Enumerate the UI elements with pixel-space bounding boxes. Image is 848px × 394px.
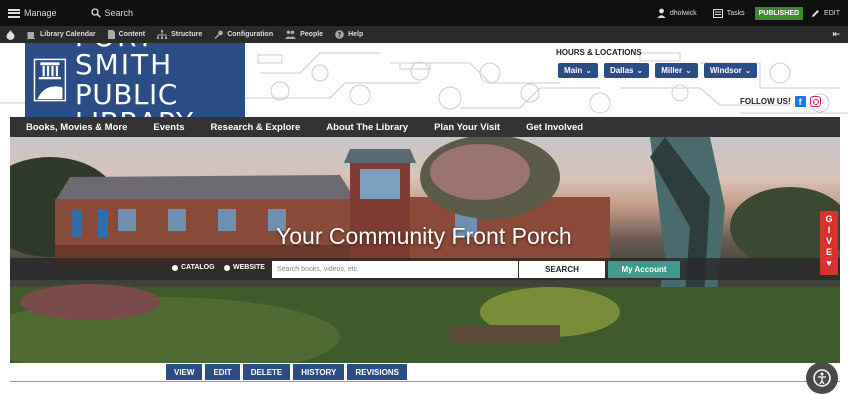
content-divider (10, 381, 840, 382)
radio-dot-icon (224, 264, 230, 271)
home-button[interactable] (0, 29, 21, 40)
local-tasks: VIEW EDIT DELETE HISTORY REVISIONS (166, 364, 407, 380)
catalog-search-bar: CATALOG WEBSITE SEARCH My Account (10, 258, 840, 280)
toolbar-item-library-calendar[interactable]: Library Calendar (21, 31, 102, 39)
svg-text:?: ? (338, 31, 342, 39)
manage-button[interactable]: Manage (0, 0, 65, 26)
hero-banner: Your Community Front Porch CATALOG WEBSI… (10, 137, 840, 363)
nav-item-research[interactable]: Research & Explore (195, 122, 311, 133)
chevron-down-icon: ⌄ (744, 66, 752, 75)
tasks-icon (712, 8, 723, 18)
published-badge: PUBLISHED (754, 6, 804, 20)
accessibility-icon (813, 369, 831, 387)
radio-dot-icon (172, 264, 178, 271)
location-buttons: Main ⌄ Dallas ⌄ Miller ⌄ Windsor ⌄ (558, 63, 758, 78)
drupal-icon (6, 29, 15, 40)
sitemap-icon (157, 30, 168, 39)
site-header: FORT SMITH PUBLIC LIBRARY HOURS & LOCATI… (0, 43, 848, 117)
nav-item-plan-visit[interactable]: Plan Your Visit (418, 122, 510, 133)
library-logo[interactable]: FORT SMITH PUBLIC LIBRARY (25, 43, 245, 117)
give-tab[interactable]: G I V E ♥ (820, 211, 838, 275)
edit-button[interactable]: EDIT (803, 0, 848, 26)
location-windsor-button[interactable]: Windsor ⌄ (703, 63, 758, 78)
user-icon (657, 8, 666, 18)
admin-tray: Library Calendar Content Structure Confi… (0, 26, 848, 43)
accessibility-button[interactable] (806, 362, 838, 394)
chevron-down-icon: ⌄ (585, 66, 592, 75)
hero-tagline: Your Community Front Porch (276, 223, 572, 249)
search-icon (90, 8, 101, 18)
tab-history[interactable]: HISTORY (293, 364, 345, 380)
hours-locations-label: HOURS & LOCATIONS (556, 48, 642, 57)
admin-toolbar: Manage Search dholwick Tasks PUBLISHED E… (0, 0, 848, 26)
toolbar-item-structure[interactable]: Structure (151, 30, 208, 39)
location-miller-button[interactable]: Miller ⌄ (655, 63, 698, 78)
facebook-icon[interactable]: f (794, 96, 806, 107)
people-icon (285, 30, 297, 39)
nav-item-books[interactable]: Books, Movies & More (10, 122, 137, 133)
help-icon: ? (335, 30, 344, 39)
logo-line-1: FORT SMITH (74, 43, 174, 81)
logo-line-2: PUBLIC LIBRARY (74, 78, 193, 118)
pencil-icon (812, 9, 820, 17)
radio-website[interactable]: WEBSITE (224, 264, 265, 271)
follow-us: FOLLOW US! f (740, 96, 821, 107)
chevron-down-icon: ⌄ (636, 66, 644, 75)
radio-catalog[interactable]: CATALOG (172, 264, 215, 271)
hamburger-icon (8, 8, 20, 18)
nav-item-events[interactable]: Events (137, 122, 194, 133)
tab-view[interactable]: VIEW (166, 364, 203, 380)
tab-revisions[interactable]: REVISIONS (347, 364, 407, 380)
toolbar-item-people[interactable]: People (279, 30, 329, 39)
main-navigation: Books, Movies & More Events Research & E… (10, 117, 840, 137)
document-icon (107, 30, 115, 39)
tab-edit[interactable]: EDIT (205, 364, 240, 380)
hero-photo (10, 137, 840, 363)
instagram-icon[interactable] (809, 96, 821, 107)
user-menu[interactable]: dholwick (649, 0, 705, 26)
toolbar-item-help[interactable]: ? Help (329, 30, 369, 39)
search-button[interactable]: SEARCH (519, 261, 605, 278)
heart-icon: ♥ (826, 258, 832, 268)
search-button[interactable]: Search (83, 0, 142, 26)
location-dallas-button[interactable]: Dallas ⌄ (603, 63, 650, 78)
collapse-tray-icon[interactable]: ⇤ (832, 29, 848, 40)
nav-item-about[interactable]: About The Library (310, 122, 418, 133)
toolbar-item-configuration[interactable]: Configuration (208, 30, 279, 39)
nav-item-get-involved[interactable]: Get Involved (510, 122, 593, 133)
location-main-button[interactable]: Main ⌄ (558, 63, 598, 78)
building-logo-icon (33, 58, 67, 102)
cup-icon (27, 31, 35, 39)
wrench-icon (214, 30, 224, 39)
tasks-button[interactable]: Tasks (705, 0, 753, 26)
my-account-button[interactable]: My Account (608, 261, 680, 278)
catalog-search-input[interactable] (272, 261, 518, 278)
chevron-down-icon: ⌄ (685, 66, 692, 75)
tab-delete[interactable]: DELETE (242, 364, 291, 380)
toolbar-item-content[interactable]: Content (102, 30, 151, 39)
